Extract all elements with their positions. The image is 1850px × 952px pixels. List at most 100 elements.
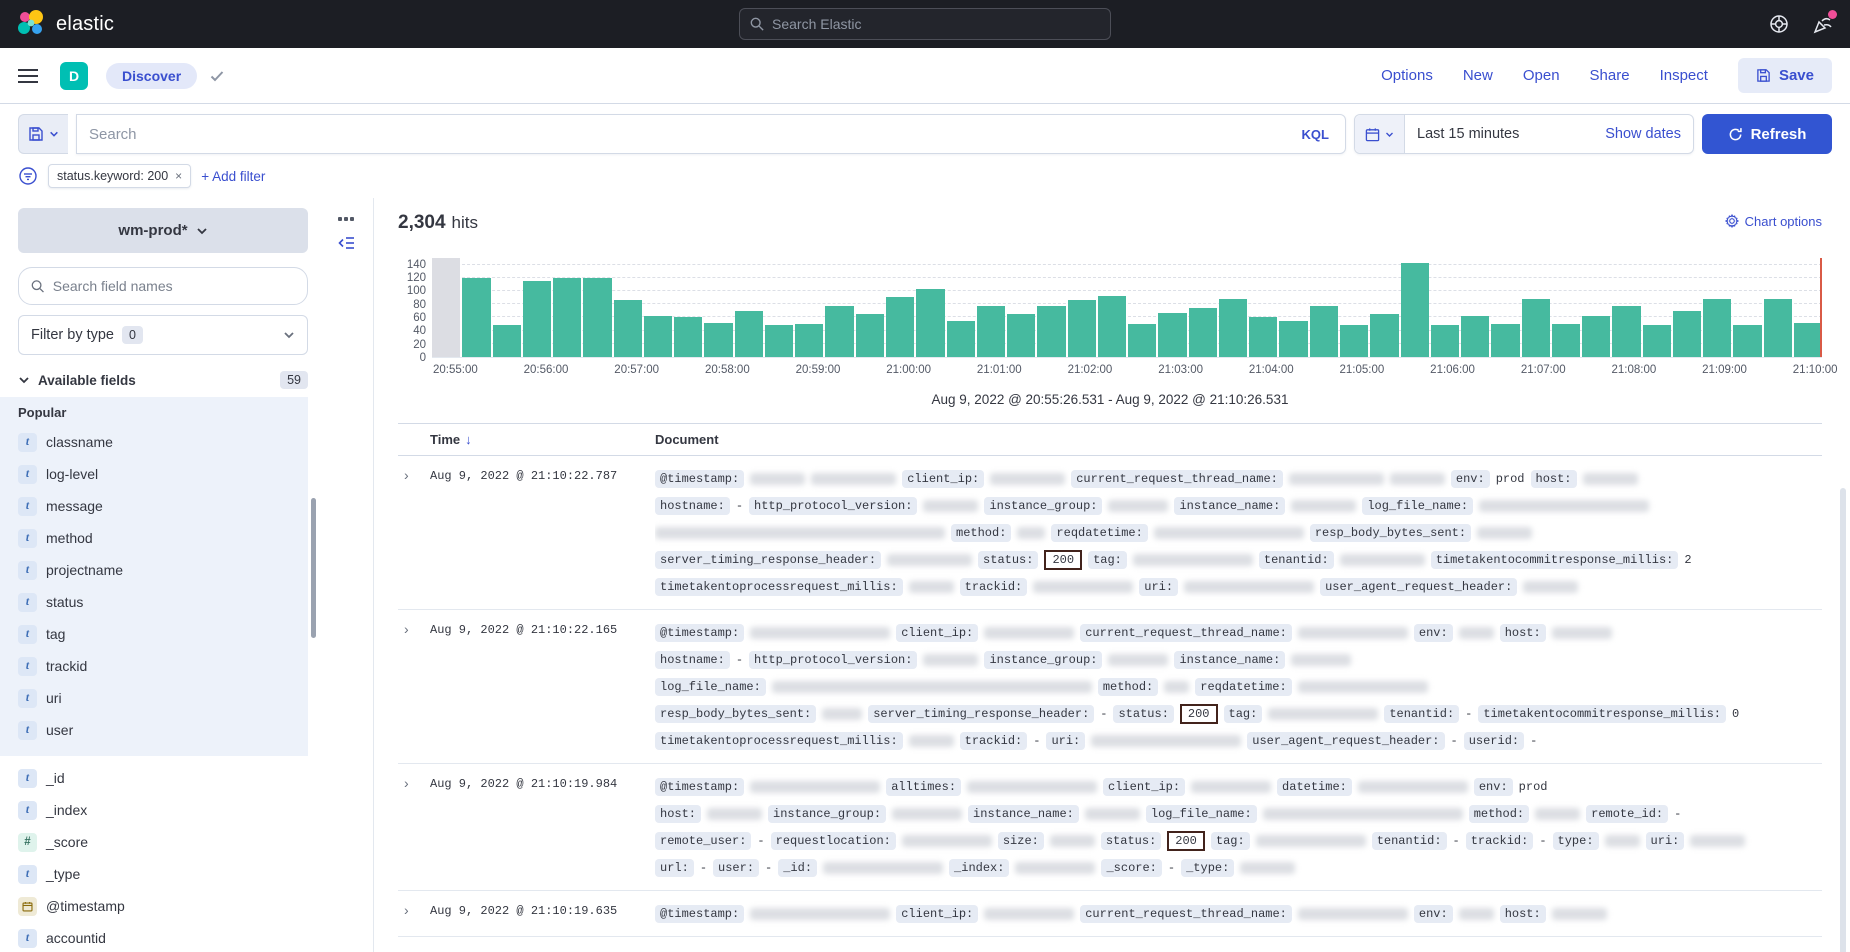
field-item-@timestamp[interactable]: @timestamp [18, 890, 308, 922]
field-badge[interactable]: current_request_thread_name: [1080, 905, 1292, 923]
discover-app-badge[interactable]: D [60, 62, 88, 90]
saved-query-menu-button[interactable] [18, 114, 68, 154]
field-badge[interactable]: instance_name: [1174, 497, 1285, 515]
field-badge[interactable]: env: [1414, 624, 1453, 642]
field-badge[interactable]: size: [998, 832, 1044, 850]
nav-link-options[interactable]: Options [1381, 67, 1433, 84]
newsfeed-icon[interactable] [1812, 13, 1834, 35]
field-badge[interactable]: status: [978, 551, 1038, 569]
data-view-picker[interactable]: wm-prod* [18, 208, 308, 253]
field-item-classname[interactable]: tclassname [18, 426, 308, 458]
field-badge[interactable]: instance_name: [968, 805, 1079, 823]
add-filter-button[interactable]: + Add filter [201, 169, 265, 184]
field-badge[interactable]: host: [1500, 905, 1546, 923]
field-badge[interactable]: timetakentocommitresponse_millis: [1478, 705, 1726, 723]
field-badge[interactable]: server_timing_response_header: [655, 551, 881, 569]
field-badge[interactable]: tenantid: [1372, 832, 1447, 850]
field-badge[interactable]: instance_name: [1174, 651, 1285, 669]
field-badge[interactable]: @timestamp: [655, 470, 744, 488]
field-item-accountid[interactable]: taccountid [18, 922, 308, 952]
field-item-status[interactable]: tstatus [18, 586, 308, 618]
field-item-user[interactable]: tuser [18, 714, 308, 746]
field-badge[interactable]: user_agent_request_header: [1320, 578, 1517, 596]
expand-row-icon[interactable]: › [404, 773, 430, 881]
field-badge[interactable]: user: [713, 859, 759, 877]
filter-by-type-button[interactable]: Filter by type 0 [18, 315, 308, 355]
global-search-input[interactable] [772, 16, 1100, 32]
field-badge[interactable]: _type: [1181, 859, 1234, 877]
field-badge[interactable]: reqdatetime: [1051, 524, 1147, 542]
field-badge[interactable]: hostname: [655, 651, 730, 669]
field-badge[interactable]: instance_group: [984, 497, 1102, 515]
help-icon[interactable] [1768, 13, 1790, 35]
field-badge[interactable]: trackid: [960, 732, 1028, 750]
field-item-_index[interactable]: t_index [18, 794, 308, 826]
filter-menu-icon[interactable] [18, 166, 38, 186]
field-badge[interactable]: remote_id: [1586, 805, 1668, 823]
column-time[interactable]: Time ↓ [430, 432, 655, 447]
field-badge[interactable]: host: [1500, 624, 1546, 642]
field-item-uri[interactable]: turi [18, 682, 308, 714]
field-badge[interactable]: requestlocation: [771, 832, 896, 850]
field-badge[interactable]: env: [1414, 905, 1453, 923]
kql-search-bar[interactable]: KQL [76, 114, 1346, 154]
field-item-projectname[interactable]: tprojectname [18, 554, 308, 586]
field-badge[interactable]: @timestamp: [655, 905, 744, 923]
field-badge[interactable]: userid: [1464, 732, 1524, 750]
field-badge[interactable]: tenantid: [1259, 551, 1334, 569]
field-badge[interactable]: remote_user: [655, 832, 751, 850]
field-search-input[interactable] [53, 278, 295, 294]
chart-plot-area[interactable] [432, 258, 1822, 358]
field-badge[interactable]: method: [1098, 678, 1158, 696]
field-badge[interactable]: reqdatetime: [1195, 678, 1291, 696]
field-badge[interactable]: http_protocol_version: [749, 497, 917, 515]
field-badge[interactable]: uri: [1046, 732, 1085, 750]
field-badge[interactable]: tenantid: [1384, 705, 1459, 723]
field-badge[interactable]: resp_body_bytes_sent: [1310, 524, 1471, 542]
field-badge[interactable]: url: [655, 859, 694, 877]
field-badge[interactable]: method: [951, 524, 1011, 542]
field-badge[interactable]: instance_group: [984, 651, 1102, 669]
field-badge[interactable]: type: [1553, 832, 1599, 850]
field-badge[interactable]: _index: [949, 859, 1009, 877]
field-badge[interactable]: timetakentocommitresponse_millis: [1431, 551, 1679, 569]
field-item-trackid[interactable]: ttrackid [18, 650, 308, 682]
field-badge[interactable]: tag: [1211, 832, 1250, 850]
field-badge[interactable]: client_ip: [896, 624, 978, 642]
field-badge[interactable]: uri: [1646, 832, 1685, 850]
field-badge[interactable]: @timestamp: [655, 778, 744, 796]
nav-link-open[interactable]: Open [1523, 67, 1560, 84]
field-badge[interactable]: tag: [1224, 705, 1263, 723]
chart-options-button[interactable]: Chart options [1725, 214, 1822, 229]
field-item-_score[interactable]: #_score [18, 826, 308, 858]
field-badge[interactable]: hostname: [655, 497, 730, 515]
remove-filter-icon[interactable]: × [175, 169, 182, 183]
field-badge[interactable]: log_file_name: [1362, 497, 1473, 515]
field-badge[interactable]: tag: [1088, 551, 1127, 569]
save-button[interactable]: Save [1738, 58, 1832, 93]
field-item-_type[interactable]: t_type [18, 858, 308, 890]
field-badge[interactable]: server_timing_response_header: [868, 705, 1094, 723]
field-search[interactable] [18, 267, 308, 305]
field-badge[interactable]: method: [1469, 805, 1529, 823]
field-badge[interactable]: timetakentoprocessrequest_millis: [655, 578, 903, 596]
field-badge[interactable]: log_file_name: [1146, 805, 1257, 823]
field-badge[interactable]: client_ip: [1103, 778, 1185, 796]
expand-row-icon[interactable]: › [404, 619, 430, 754]
field-badge[interactable]: client_ip: [902, 470, 984, 488]
kql-language-button[interactable]: KQL [1298, 127, 1333, 142]
menu-icon[interactable] [18, 69, 38, 83]
field-badge[interactable]: _id: [778, 859, 817, 877]
field-badge[interactable]: status: [1113, 705, 1173, 723]
show-dates-button[interactable]: Show dates [1605, 126, 1693, 142]
field-badge[interactable]: client_ip: [896, 905, 978, 923]
field-badge[interactable]: _score: [1101, 859, 1161, 877]
field-badge[interactable]: env: [1451, 470, 1490, 488]
field-badge[interactable]: host: [1531, 470, 1577, 488]
field-badge[interactable]: current_request_thread_name: [1071, 470, 1283, 488]
field-badge[interactable]: user_agent_request_header: [1247, 732, 1444, 750]
available-fields-header[interactable]: Available fields 59 [18, 371, 308, 389]
nav-link-share[interactable]: Share [1590, 67, 1630, 84]
field-badge[interactable]: trackid: [960, 578, 1028, 596]
field-item-_id[interactable]: t_id [18, 762, 308, 794]
